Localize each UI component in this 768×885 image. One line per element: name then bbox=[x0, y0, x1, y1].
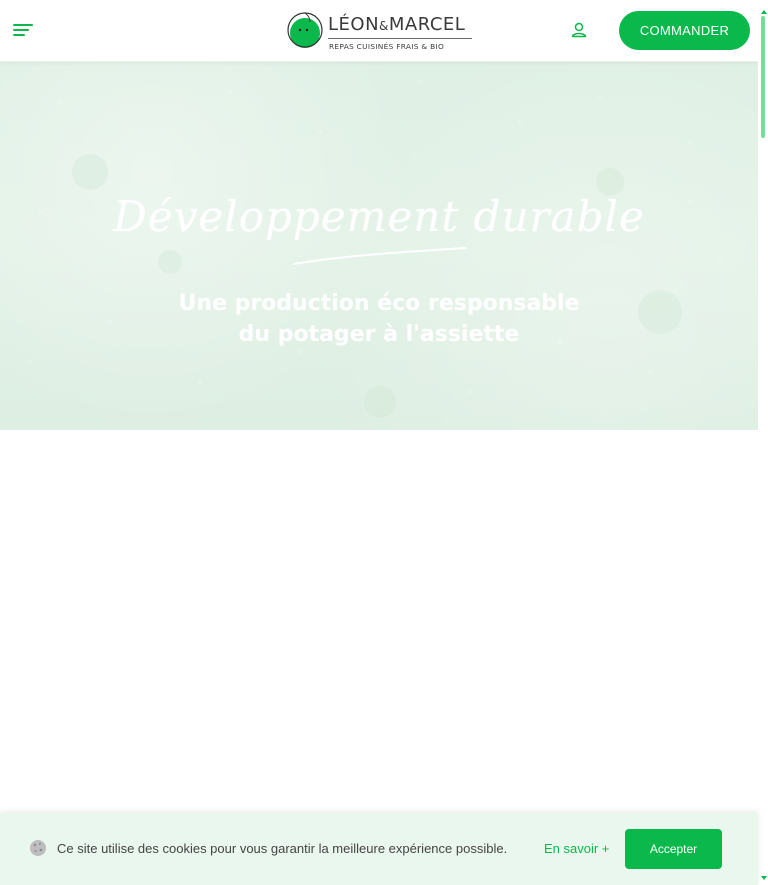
user-icon[interactable] bbox=[569, 20, 589, 40]
order-button[interactable]: COMMANDER bbox=[619, 11, 750, 50]
cookie-accept-button[interactable]: Accepter bbox=[625, 829, 722, 869]
logo-divider bbox=[328, 38, 472, 39]
logo-name-amp: & bbox=[379, 19, 389, 33]
hero-subtitle-line-1: Une production éco responsable bbox=[178, 291, 580, 316]
logo-mark-icon bbox=[287, 12, 323, 48]
hero-subtitle-line-2: du potager à l'assiette bbox=[238, 322, 520, 347]
cookie-banner: Ce site utilise des cookies pour vous ga… bbox=[0, 813, 758, 885]
cookie-icon bbox=[30, 840, 46, 856]
logo-name-right: MARCEL bbox=[388, 14, 466, 35]
cookie-message: Ce site utilise des cookies pour vous ga… bbox=[57, 841, 508, 856]
site-header: LÉON&MARCEL REPAS CUISINÉS FRAIS & BIO C… bbox=[0, 0, 758, 62]
logo-wordmark: LÉON&MARCEL bbox=[328, 15, 465, 36]
scroll-down-arrow-icon[interactable] bbox=[761, 876, 767, 880]
logo-tagline: REPAS CUISINÉS FRAIS & BIO bbox=[329, 42, 445, 51]
hamburger-menu-icon[interactable] bbox=[12, 19, 36, 41]
hero-title-swash bbox=[293, 247, 467, 265]
logo-name-left: LÉON bbox=[328, 14, 380, 35]
scrollbar-thumb[interactable] bbox=[761, 16, 765, 138]
hero-banner: Développement durable Une production éco… bbox=[0, 62, 758, 430]
page: LÉON&MARCEL REPAS CUISINÉS FRAIS & BIO C… bbox=[0, 0, 768, 885]
main-content bbox=[0, 430, 758, 813]
brand-logo[interactable]: LÉON&MARCEL REPAS CUISINÉS FRAIS & BIO bbox=[286, 11, 476, 53]
hero-subtitle: Une production éco responsable du potage… bbox=[0, 288, 758, 350]
hero-title: Développement durable bbox=[113, 192, 645, 241]
scroll-up-arrow-icon[interactable] bbox=[761, 10, 767, 14]
cookie-learn-more-link[interactable]: En savoir + bbox=[544, 841, 609, 856]
